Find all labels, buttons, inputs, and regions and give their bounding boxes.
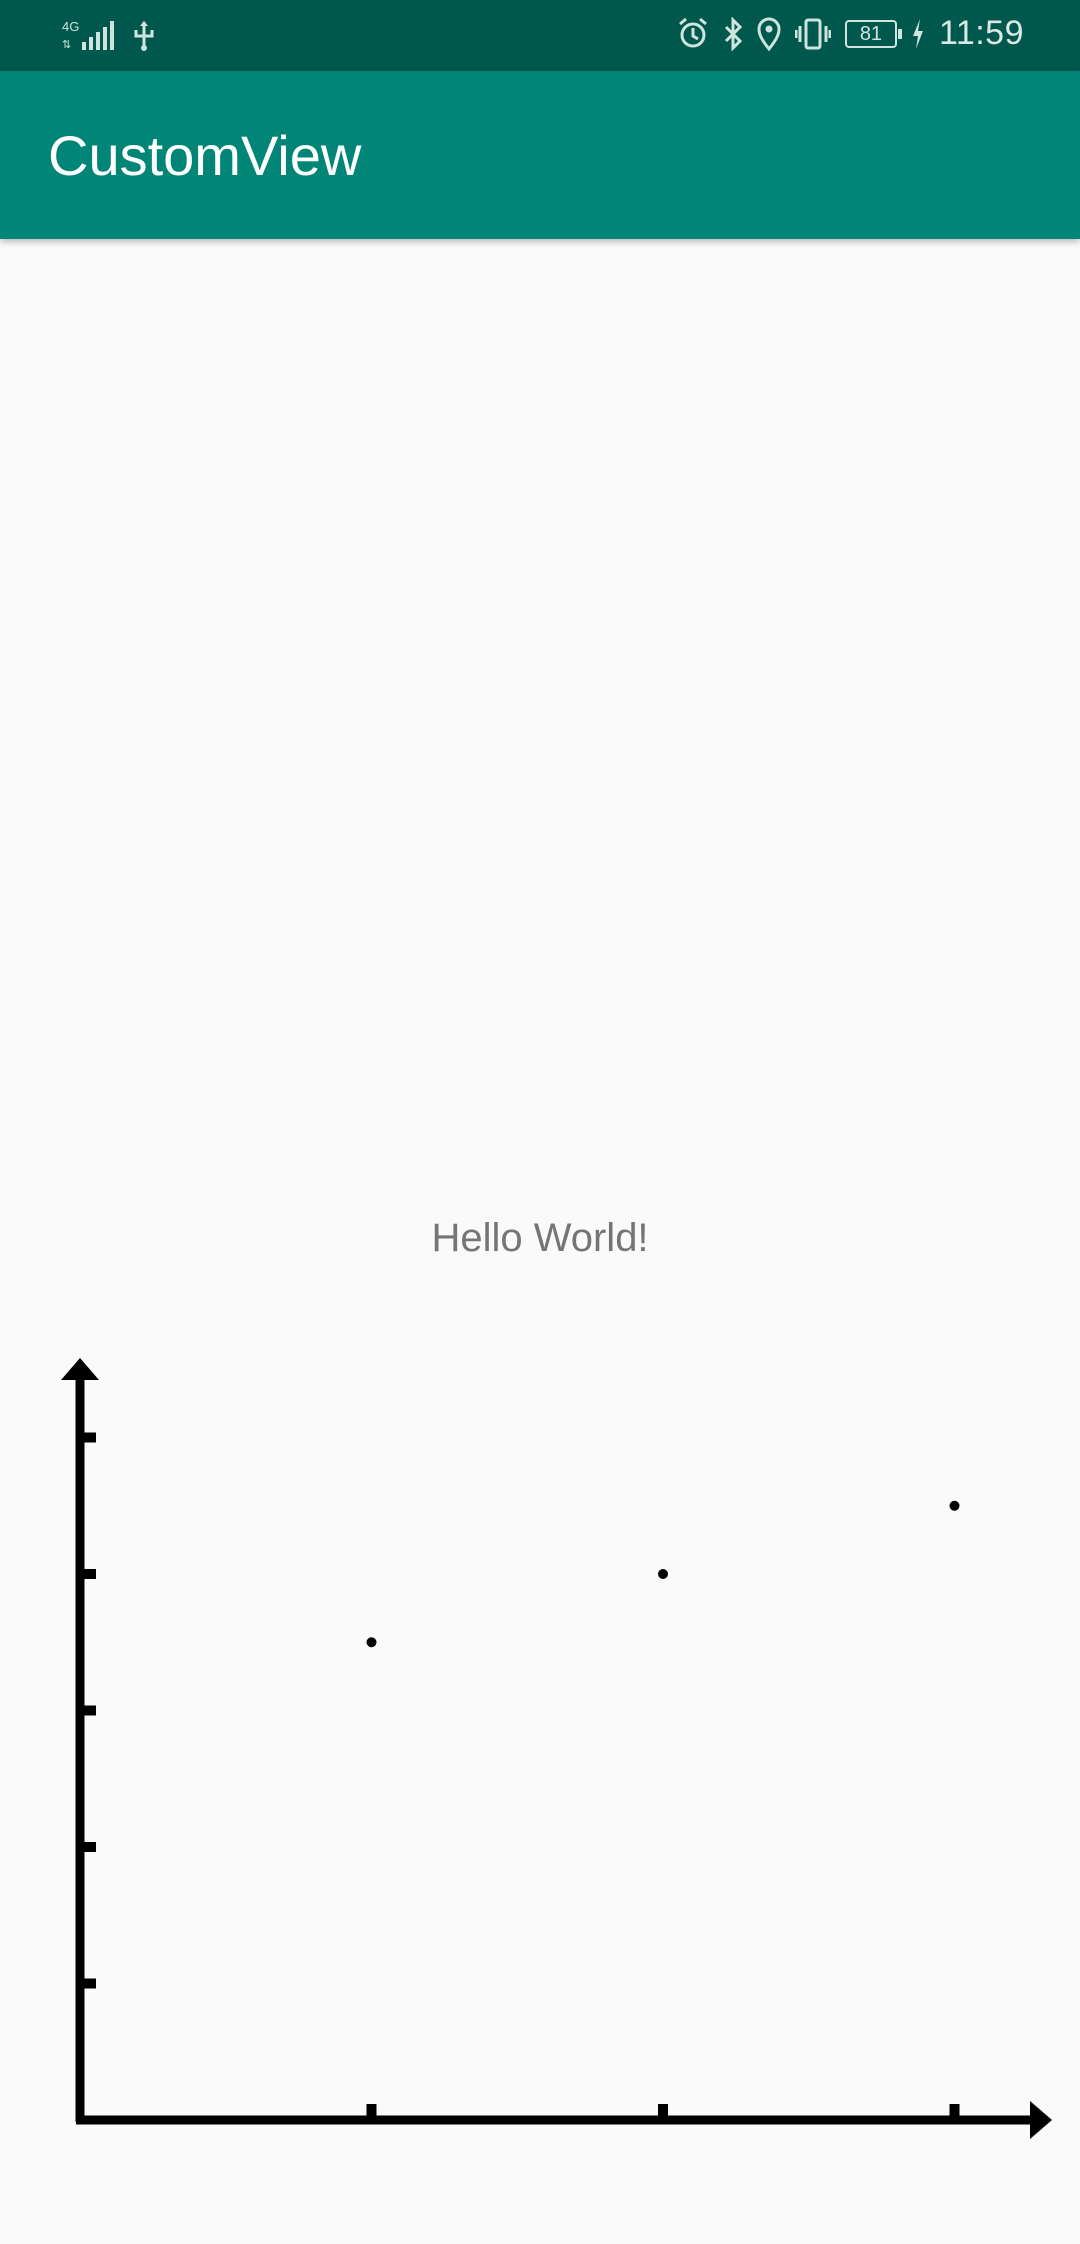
y-tick-2 [80,1842,96,1852]
data-point-2 [658,1569,668,1579]
status-clock: 11:59 [938,14,1024,52]
data-points [366,1500,960,1648]
y-tick-3 [80,1705,96,1716]
usb-icon [132,18,156,52]
battery-icon: 81 [844,19,902,48]
y-tick-4 [80,1569,96,1579]
data-point-1 [366,1637,377,1648]
x-tick-1 [366,2104,377,2120]
y-tick-1 [80,1978,96,1989]
x-tick-3 [949,2104,960,2120]
bluetooth-icon [723,16,743,51]
x-axis-arrow [1030,2101,1052,2139]
app-bar: CustomView [0,71,1080,239]
data-point-3 [949,1500,960,1511]
app-title: CustomView [48,124,362,187]
scatter-chart [61,1358,1052,2139]
y-axis-arrow [61,1358,99,1380]
charging-icon [911,17,925,51]
x-tick-2 [658,2104,668,2120]
vibrate-icon [794,17,831,51]
network-type-label: 4G [62,19,79,34]
status-bar: 4G ⇅ 81 11:59 [0,0,1080,71]
alarm-icon [677,17,709,51]
svg-text:⇅: ⇅ [62,39,71,51]
status-right-group: 81 11:59 [677,14,1024,53]
location-icon [757,17,781,51]
signal-icon: 4G ⇅ [62,18,116,52]
y-tick-5 [80,1432,96,1443]
axis-ticks [80,1432,960,2120]
status-left-group: 4G ⇅ [62,18,156,52]
hello-text: Hello World! [431,1216,649,1260]
